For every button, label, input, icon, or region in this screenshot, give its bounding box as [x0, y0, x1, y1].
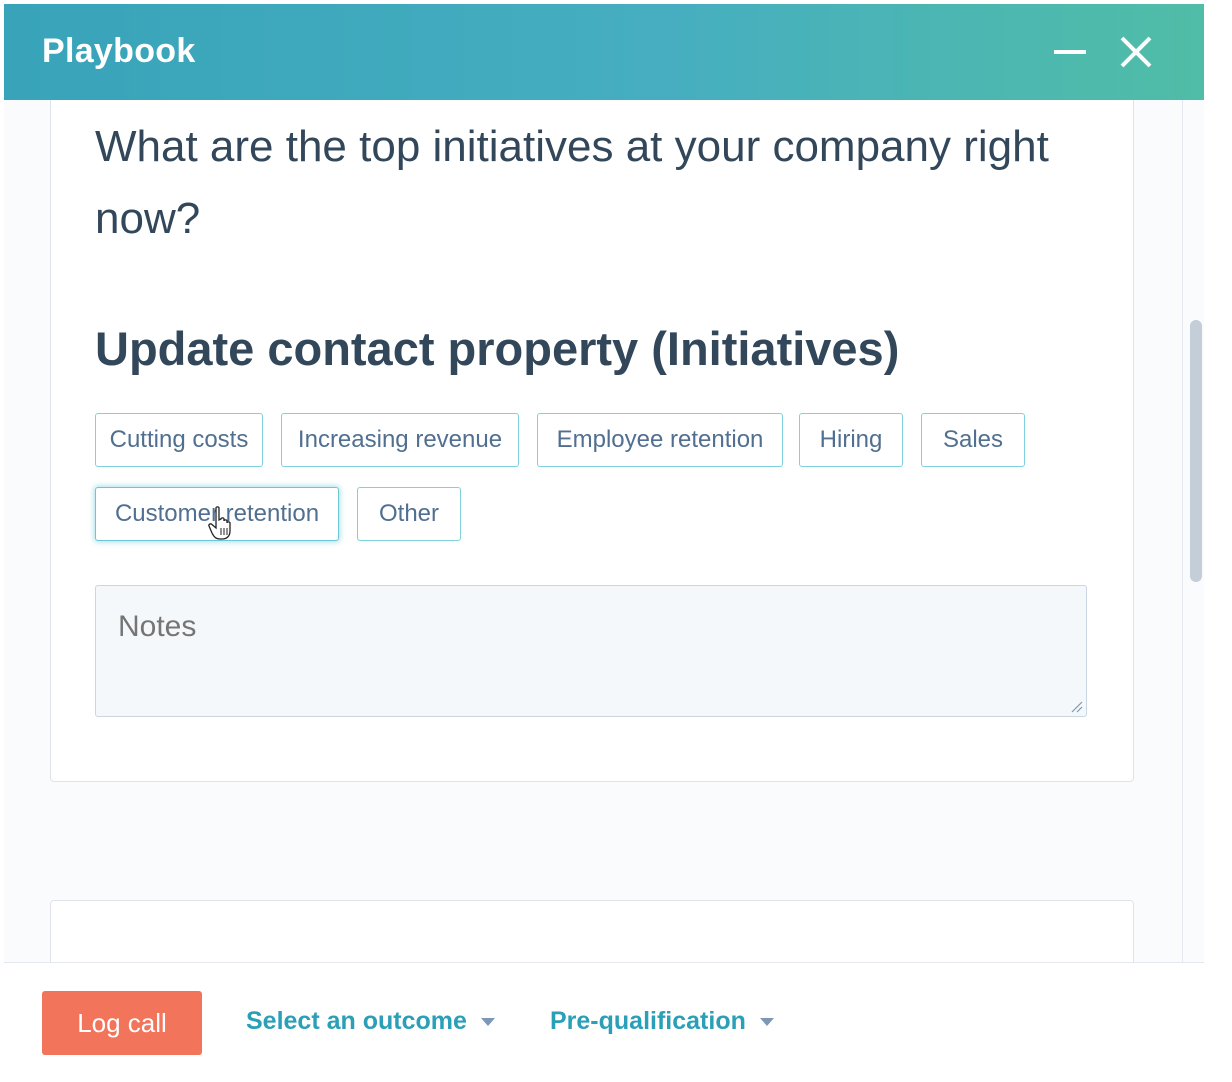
close-icon — [1120, 36, 1152, 68]
scroll-track — [1182, 100, 1183, 962]
notes-field[interactable] — [95, 585, 1087, 717]
close-button[interactable] — [1114, 30, 1158, 74]
playbook-window: Playbook What are the top initiatives at… — [4, 4, 1204, 1080]
option-sales[interactable]: Sales — [921, 413, 1025, 467]
hand-cursor-icon — [208, 506, 231, 540]
resize-grip-icon[interactable] — [1071, 701, 1083, 713]
stage-dropdown[interactable]: Pre-qualification — [550, 1007, 774, 1036]
minimize-icon — [1054, 50, 1086, 54]
outcome-dropdown[interactable]: Select an outcome — [246, 1007, 495, 1036]
option-cutting-costs[interactable]: Cutting costs — [95, 413, 263, 467]
option-increasing-revenue[interactable]: Increasing revenue — [281, 413, 519, 467]
window-title: Playbook — [42, 32, 196, 70]
playbook-content: What are the top initiatives at your com… — [4, 100, 1204, 962]
title-bar: Playbook — [4, 4, 1204, 100]
question-card: What are the top initiatives at your com… — [50, 100, 1134, 782]
log-call-button[interactable]: Log call — [42, 991, 202, 1055]
footer-bar: Log call Select an outcome Pre-qualifica… — [4, 962, 1204, 1080]
outcome-label: Select an outcome — [246, 1007, 467, 1035]
caret-down-icon — [480, 1017, 495, 1026]
scrollbar-thumb[interactable] — [1190, 320, 1202, 582]
option-other[interactable]: Other — [357, 487, 461, 541]
minimize-button[interactable] — [1048, 30, 1092, 74]
section-title: Update contact property (Initiatives) — [95, 322, 900, 375]
caret-down-icon — [759, 1017, 774, 1026]
option-hiring[interactable]: Hiring — [799, 413, 903, 467]
next-question-card — [50, 900, 1134, 962]
option-employee-retention[interactable]: Employee retention — [537, 413, 783, 467]
question-text: What are the top initiatives at your com… — [95, 122, 1049, 243]
stage-label: Pre-qualification — [550, 1007, 746, 1035]
